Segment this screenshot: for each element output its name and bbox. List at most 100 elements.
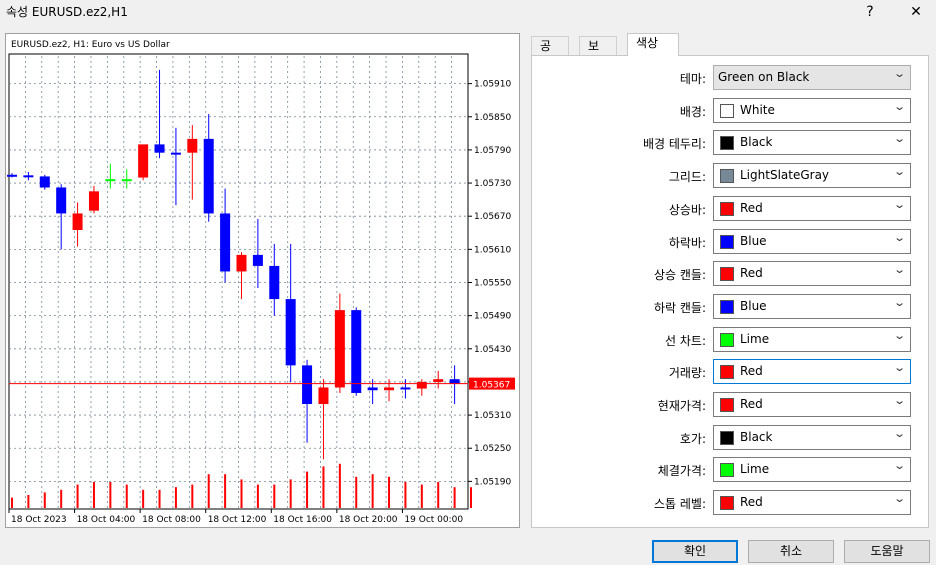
- dropdown-value: Blue: [740, 298, 767, 313]
- color-dropdown[interactable]: Lime ⌄: [713, 326, 911, 352]
- time-tick-label: 18 Oct 12:00: [208, 515, 267, 525]
- candle-body: [39, 176, 50, 188]
- setting-label: 하락바:: [668, 235, 706, 250]
- dropdown-value: Green on Black: [718, 70, 810, 84]
- chevron-down-icon: ⌄: [892, 328, 906, 342]
- dropdown-value: Red: [740, 200, 763, 215]
- price-tick-label: 1.05250: [474, 444, 511, 454]
- price-tick-label: 1.05790: [474, 146, 511, 156]
- color-dropdown[interactable]: Green on Black ⌄: [713, 65, 911, 90]
- dropdown-value: Black: [740, 135, 773, 150]
- setting-row: 배경 테두리: Black ⌄: [532, 130, 928, 156]
- dropdown-value: White: [740, 102, 775, 117]
- color-swatch: [720, 267, 734, 282]
- color-dropdown[interactable]: Lime ⌄: [713, 457, 911, 483]
- setting-label: 배경:: [679, 104, 706, 119]
- candle-body: [72, 213, 83, 231]
- time-tick-label: 18 Oct 20:00: [339, 515, 398, 525]
- time-tick-label: 18 Oct 08:00: [142, 515, 201, 525]
- chevron-down-icon: ⌄: [892, 99, 906, 113]
- chevron-down-icon: ⌄: [892, 459, 906, 473]
- candle-body: [269, 265, 280, 300]
- color-swatch: [720, 136, 734, 151]
- candle-body: [252, 254, 263, 266]
- setting-row: 현재가격: Red ⌄: [532, 392, 928, 418]
- tab-colors[interactable]: 색상: [627, 33, 679, 56]
- setting-label: 호가:: [679, 431, 706, 446]
- color-dropdown[interactable]: Red ⌄: [713, 359, 911, 385]
- setting-label: 선 차트:: [665, 333, 706, 348]
- setting-row: 선 차트: Lime ⌄: [532, 326, 928, 353]
- color-swatch: [720, 463, 734, 478]
- candle-body: [351, 310, 362, 393]
- setting-label: 현재가격:: [657, 399, 706, 413]
- chevron-down-icon: ⌄: [892, 165, 906, 179]
- time-tick-label: 19 Oct 00:00: [404, 515, 463, 525]
- color-dropdown[interactable]: Red ⌄: [713, 392, 911, 417]
- candle-body: [416, 381, 427, 389]
- candle-body: [384, 387, 395, 391]
- price-tick-label: 1.05670: [474, 212, 511, 222]
- color-dropdown[interactable]: Red ⌄: [713, 195, 911, 221]
- candle-body: [56, 187, 67, 214]
- close-button[interactable]: ✕: [898, 1, 934, 23]
- colors-panel: 테마: Green on Black ⌄ 배경: White ⌄ 배경 테두리: Black ⌄…: [531, 55, 929, 528]
- candle-body: [138, 144, 149, 178]
- price-tick-label: 1.05910: [474, 80, 511, 90]
- candle-body: [88, 191, 99, 211]
- dropdown-value: Lime: [740, 462, 770, 477]
- setting-label: 거래량:: [668, 366, 706, 381]
- color-swatch: [720, 234, 734, 249]
- setting-label: 체결가격:: [657, 464, 706, 479]
- window-title: 속성 EURUSD.ez2,H1: [6, 5, 128, 19]
- setting-label: 스톱 레벨:: [653, 497, 706, 512]
- ok-button[interactable]: 확인: [652, 540, 738, 563]
- setting-label: 그리드:: [668, 170, 706, 185]
- dropdown-value: Red: [740, 495, 763, 510]
- price-tick-label: 1.05730: [474, 179, 511, 189]
- chevron-down-icon: ⌄: [892, 132, 906, 146]
- color-swatch: [720, 332, 734, 347]
- setting-row: 배경: White ⌄: [532, 97, 928, 124]
- candle-body: [105, 179, 116, 182]
- color-dropdown[interactable]: LightSlateGray ⌄: [713, 163, 911, 189]
- setting-label: 상승 캔들:: [653, 268, 706, 283]
- color-swatch: [720, 496, 734, 511]
- color-dropdown[interactable]: Black ⌄: [713, 130, 911, 156]
- color-dropdown[interactable]: Blue ⌄: [713, 293, 911, 319]
- candle-body: [302, 365, 313, 405]
- setting-row: 하락 캔들: Blue ⌄: [532, 293, 928, 320]
- color-dropdown[interactable]: Black ⌄: [713, 424, 911, 450]
- setting-label: 테마:: [679, 72, 706, 86]
- setting-row: 호가: Black ⌄: [532, 424, 928, 451]
- setting-label: 상승바:: [668, 202, 706, 217]
- color-dropdown[interactable]: Blue ⌄: [713, 228, 911, 254]
- chevron-down-icon: ⌄: [892, 230, 906, 244]
- candle-body: [367, 387, 378, 391]
- candle-body: [7, 174, 17, 177]
- color-swatch: [720, 299, 734, 314]
- chevron-down-icon: ⌄: [892, 295, 906, 309]
- cancel-button[interactable]: 취소: [748, 540, 834, 563]
- title-bar: 속성 EURUSD.ez2,H1 ? ✕: [0, 0, 936, 26]
- chart-preview: EURUSD.ez2, H1: Euro vs US Dollar 1.0591…: [5, 33, 520, 528]
- setting-row: 상승바: Red ⌄: [532, 195, 928, 222]
- candle-body: [170, 152, 181, 155]
- setting-row: 그리드: LightSlateGray ⌄: [532, 163, 928, 189]
- dropdown-value: LightSlateGray: [740, 168, 830, 183]
- chevron-down-icon: ⌄: [892, 197, 906, 211]
- tab-common[interactable]: 공통: [531, 36, 569, 71]
- setting-row: 거래량: Red ⌄: [532, 359, 928, 385]
- help-button[interactable]: ?: [852, 1, 888, 23]
- color-dropdown[interactable]: Red ⌄: [713, 490, 911, 516]
- setting-row: 스톱 레벨: Red ⌄: [532, 490, 928, 516]
- dropdown-value: Blue: [740, 233, 767, 248]
- candle-body: [187, 138, 198, 153]
- help-dialog-button[interactable]: 도움말: [844, 540, 930, 563]
- tab-view[interactable]: 보기: [579, 36, 617, 71]
- dropdown-value: Black: [740, 429, 773, 444]
- color-dropdown[interactable]: White ⌄: [713, 97, 911, 123]
- color-dropdown[interactable]: Red ⌄: [713, 261, 911, 287]
- setting-row: 상승 캔들: Red ⌄: [532, 261, 928, 287]
- chart-header: EURUSD.ez2, H1: Euro vs US Dollar: [11, 40, 170, 50]
